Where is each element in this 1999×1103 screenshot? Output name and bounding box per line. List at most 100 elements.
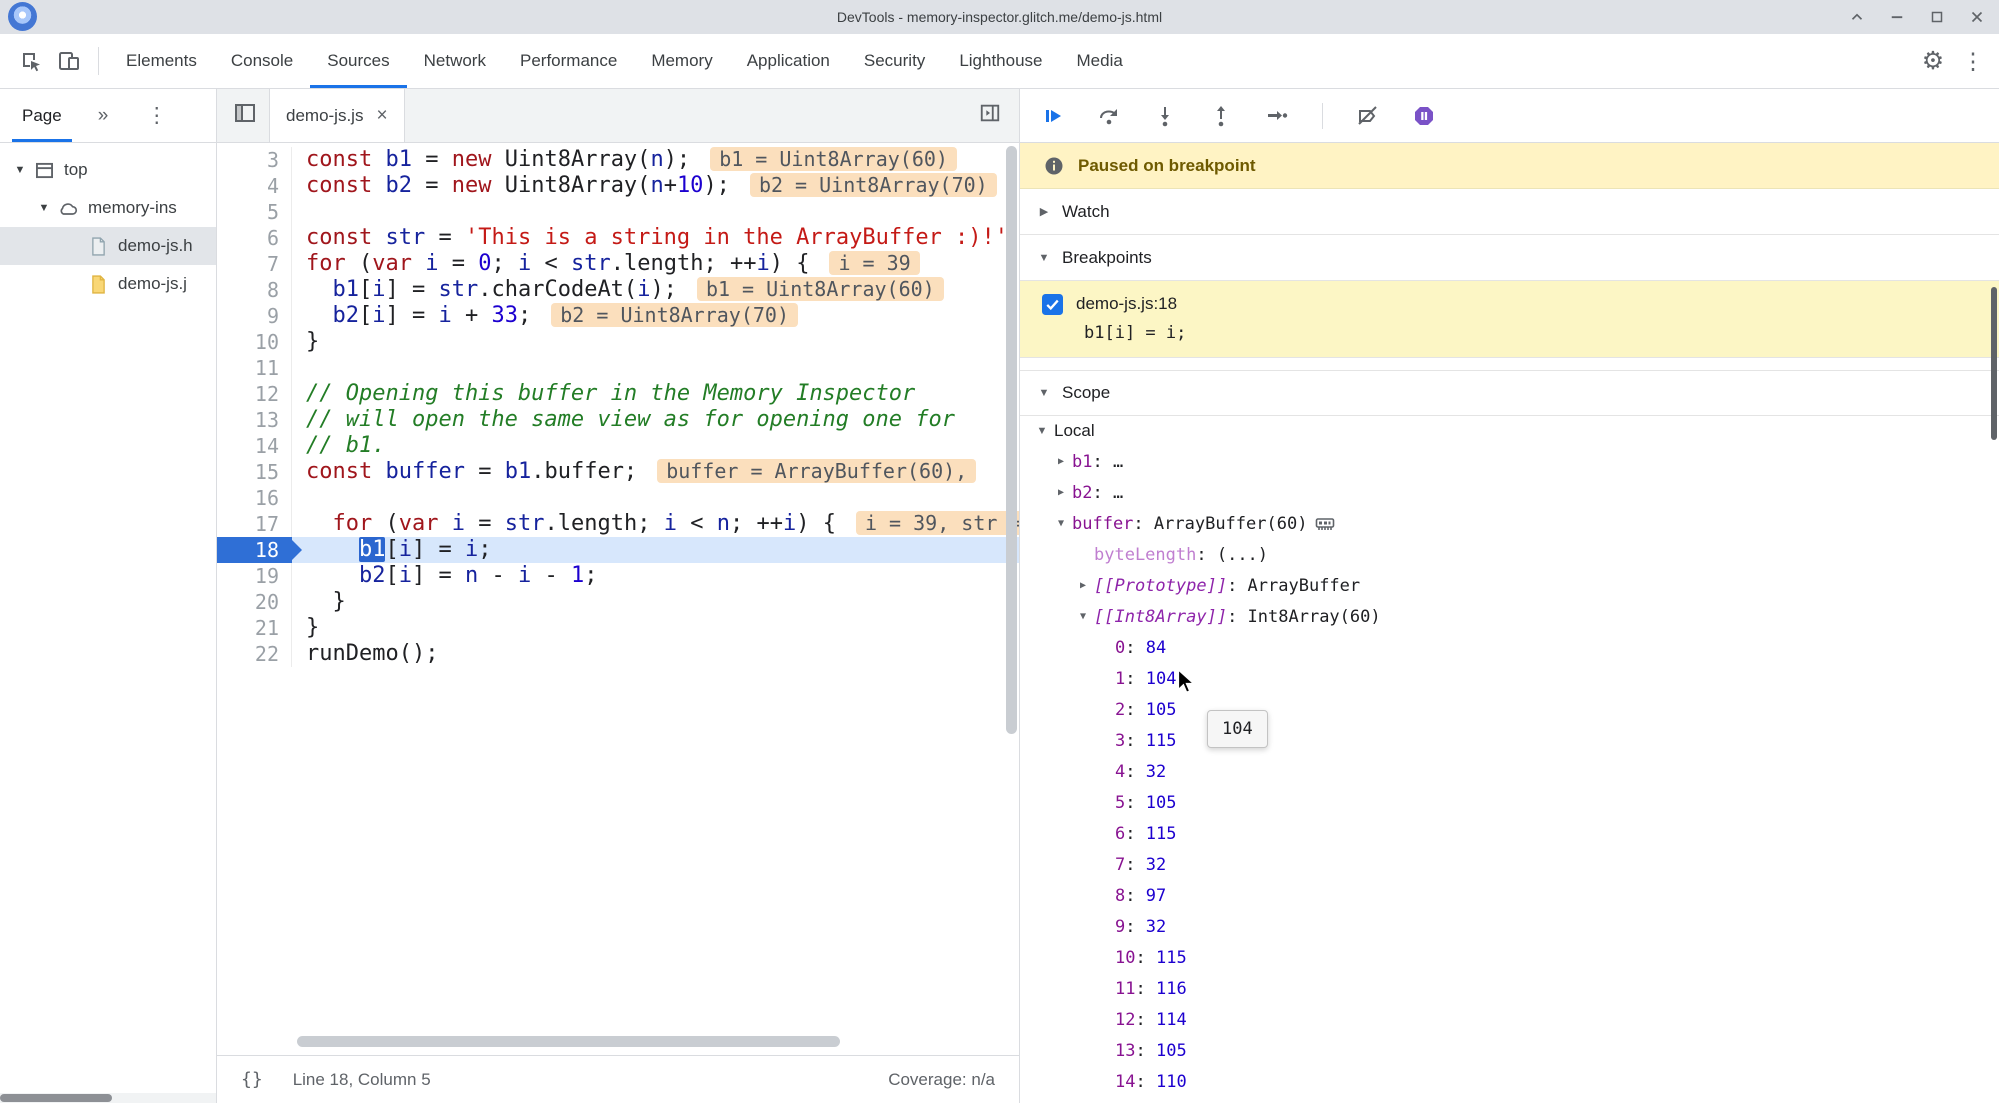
code-line-16[interactable]: 16 [217,485,1019,511]
code-line-text[interactable]: for (var i = str.length; i < n; ++i) {i … [292,511,1019,537]
tab-performance[interactable]: Performance [503,34,634,88]
code-line-15[interactable]: 15 const buffer = b1.buffer; buffer = Arra… [217,459,1019,485]
breakpoint-item[interactable]: demo-js.js:18 b1[i] = i; [1020,281,1999,358]
breakpoint-checkbox[interactable] [1042,293,1063,315]
inspect-icon[interactable] [12,42,50,80]
scope-row-b2[interactable]: ▶ b2: … [1020,477,1999,508]
line-number[interactable]: 7 [217,251,292,277]
line-number[interactable]: 3 [217,147,292,173]
code-line-7[interactable]: 7 for (var i = 0; i < str.length; ++i) {i… [217,251,1019,277]
code-area[interactable]: 3 const b1 = new Uint8Array(n); b1 = Uint8… [217,143,1019,1055]
line-number[interactable]: 10 [217,329,292,355]
code-line-21[interactable]: 21} [217,615,1019,641]
scope-row-9[interactable]: 9: 32 [1020,911,1999,942]
toggle-debugger-sidebar-icon[interactable] [979,102,1001,129]
scope-row-6[interactable]: 6: 115 [1020,818,1999,849]
line-number[interactable]: 8 [217,277,292,303]
code-line-4[interactable]: 4 const b2 = new Uint8Array(n+10); b2 = Ui… [217,173,1019,199]
code-line-text[interactable]: const buffer = b1.buffer; buffer = ArrayB… [292,459,1019,485]
tree-item-demo-js-h[interactable]: demo-js.h [0,227,216,265]
tab-elements[interactable]: Elements [109,34,214,88]
code-line-14[interactable]: 14// b1. [217,433,1019,459]
tab-lighthouse[interactable]: Lighthouse [942,34,1059,88]
code-line-6[interactable]: 6 const str = 'This is a string in the Ar… [217,225,1019,251]
scope-row--int8array-[interactable]: ▼ [[Int8Array]]: Int8Array(60) [1020,601,1999,632]
tab-network[interactable]: Network [407,34,503,88]
line-number[interactable]: 15 [217,459,292,485]
tab-application[interactable]: Application [730,34,847,88]
code-line-text[interactable]: // will open the same view as for openin… [292,407,1019,433]
tree-item-top[interactable]: ▼ top [0,151,216,189]
scope-row-2[interactable]: 2: 105 [1020,694,1999,725]
scope-row--prototype-[interactable]: ▶ [[Prototype]]: ArrayBuffer [1020,570,1999,601]
collapse-down-icon[interactable]: ▼ [8,164,32,176]
tab-media[interactable]: Media [1060,34,1140,88]
code-line-22[interactable]: 22 runDemo(); [217,641,1019,667]
line-number[interactable]: 19 [217,563,292,589]
code-line-text[interactable]: runDemo(); [292,641,1019,667]
more-tabs-icon[interactable]: » [84,105,123,127]
toggle-navigator-sidebar-icon[interactable] [233,101,257,130]
tree-item-demo-js-j[interactable]: demo-js.j [0,265,216,303]
sidebar-scrollbar-thumb[interactable] [0,1094,112,1102]
editor-horizontal-scrollbar[interactable] [297,1036,840,1047]
code-line-17[interactable]: 17 for (var i = str.length; i < n; ++i) … [217,511,1019,537]
memory-inspector-icon[interactable] [1315,516,1335,532]
navigator-more-options-icon[interactable]: ⋮ [146,103,167,128]
pretty-print-icon[interactable]: {} [241,1069,263,1090]
code-line-text[interactable]: // Opening this buffer in the Memory Ins… [292,381,1019,407]
code-line-5[interactable]: 5 [217,199,1019,225]
code-line-8[interactable]: 8 b1[i] = str.charCodeAt(i); b1 = Uint8Ar… [217,277,1019,303]
close-window-icon[interactable] [1967,7,1987,27]
code-line-11[interactable]: 11 [217,355,1019,381]
minimize-window-icon[interactable] [1887,7,1907,27]
step-icon[interactable] [1264,103,1290,129]
editor-vertical-scrollbar[interactable] [1006,146,1017,734]
expand-right-icon[interactable]: ▶ [1072,580,1094,591]
line-number[interactable]: 21 [217,615,292,641]
expand-right-icon[interactable]: ▶ [1050,456,1072,467]
tab-sources[interactable]: Sources [310,34,408,88]
scope-row-14[interactable]: 14: 110 [1020,1066,1999,1097]
line-number[interactable]: 12 [217,381,292,407]
scope-row-13[interactable]: 13: 105 [1020,1035,1999,1066]
scope-row-12[interactable]: 12: 114 [1020,1004,1999,1035]
editor-tab-demo-js[interactable]: demo-js.js × [269,89,405,142]
line-number[interactable]: 9 [217,303,292,329]
line-number[interactable]: 16 [217,485,292,511]
line-number[interactable]: 22 [217,641,292,667]
scope-row-5[interactable]: 5: 105 [1020,787,1999,818]
collapse-down-icon[interactable]: ▼ [32,202,56,214]
tab-console[interactable]: Console [214,34,310,88]
scope-row-8[interactable]: 8: 97 [1020,880,1999,911]
resume-icon[interactable] [1040,103,1066,129]
line-number[interactable]: 13 [217,407,292,433]
code-line-text[interactable]: b2[i] = n - i - 1; [292,563,1019,589]
collapse-down-icon[interactable]: ▼ [1050,518,1072,529]
tab-memory[interactable]: Memory [634,34,729,88]
tab-security[interactable]: Security [847,34,942,88]
more-options-icon[interactable]: ⋮ [1959,48,1987,75]
tree-item-memory-ins[interactable]: ▼ memory-ins [0,189,216,227]
device-toolbar-icon[interactable] [50,42,88,80]
code-line-text[interactable] [292,199,1019,225]
scope-row-11[interactable]: 11: 116 [1020,973,1999,1004]
scope-row-1[interactable]: 1: 104 [1020,663,1999,694]
line-number[interactable]: 6 [217,225,292,251]
watch-section-header[interactable]: ▶ Watch [1020,189,1999,235]
scope-row-10[interactable]: 10: 115 [1020,942,1999,973]
code-line-text[interactable] [292,355,1019,381]
code-line-text[interactable]: // b1. [292,433,1019,459]
collapse-down-icon[interactable]: ▼ [1072,611,1094,622]
pause-on-exceptions-icon[interactable] [1411,103,1437,129]
scope-section-header[interactable]: ▼ Scope [1020,370,1999,416]
line-number[interactable]: 17 [217,511,292,537]
code-line-text[interactable]: const str = 'This is a string in the Arr… [292,225,1019,251]
scope-row-bytelength[interactable]: byteLength: (...) [1020,539,1999,570]
tab-page[interactable]: Page [0,89,84,142]
code-line-3[interactable]: 3 const b1 = new Uint8Array(n); b1 = Uint8… [217,147,1019,173]
line-number[interactable]: 11 [217,355,292,381]
breakpoints-section-header[interactable]: ▼ Breakpoints [1020,235,1999,281]
scope-row-3[interactable]: 3: 115 [1020,725,1999,756]
close-tab-icon[interactable]: × [376,105,387,127]
